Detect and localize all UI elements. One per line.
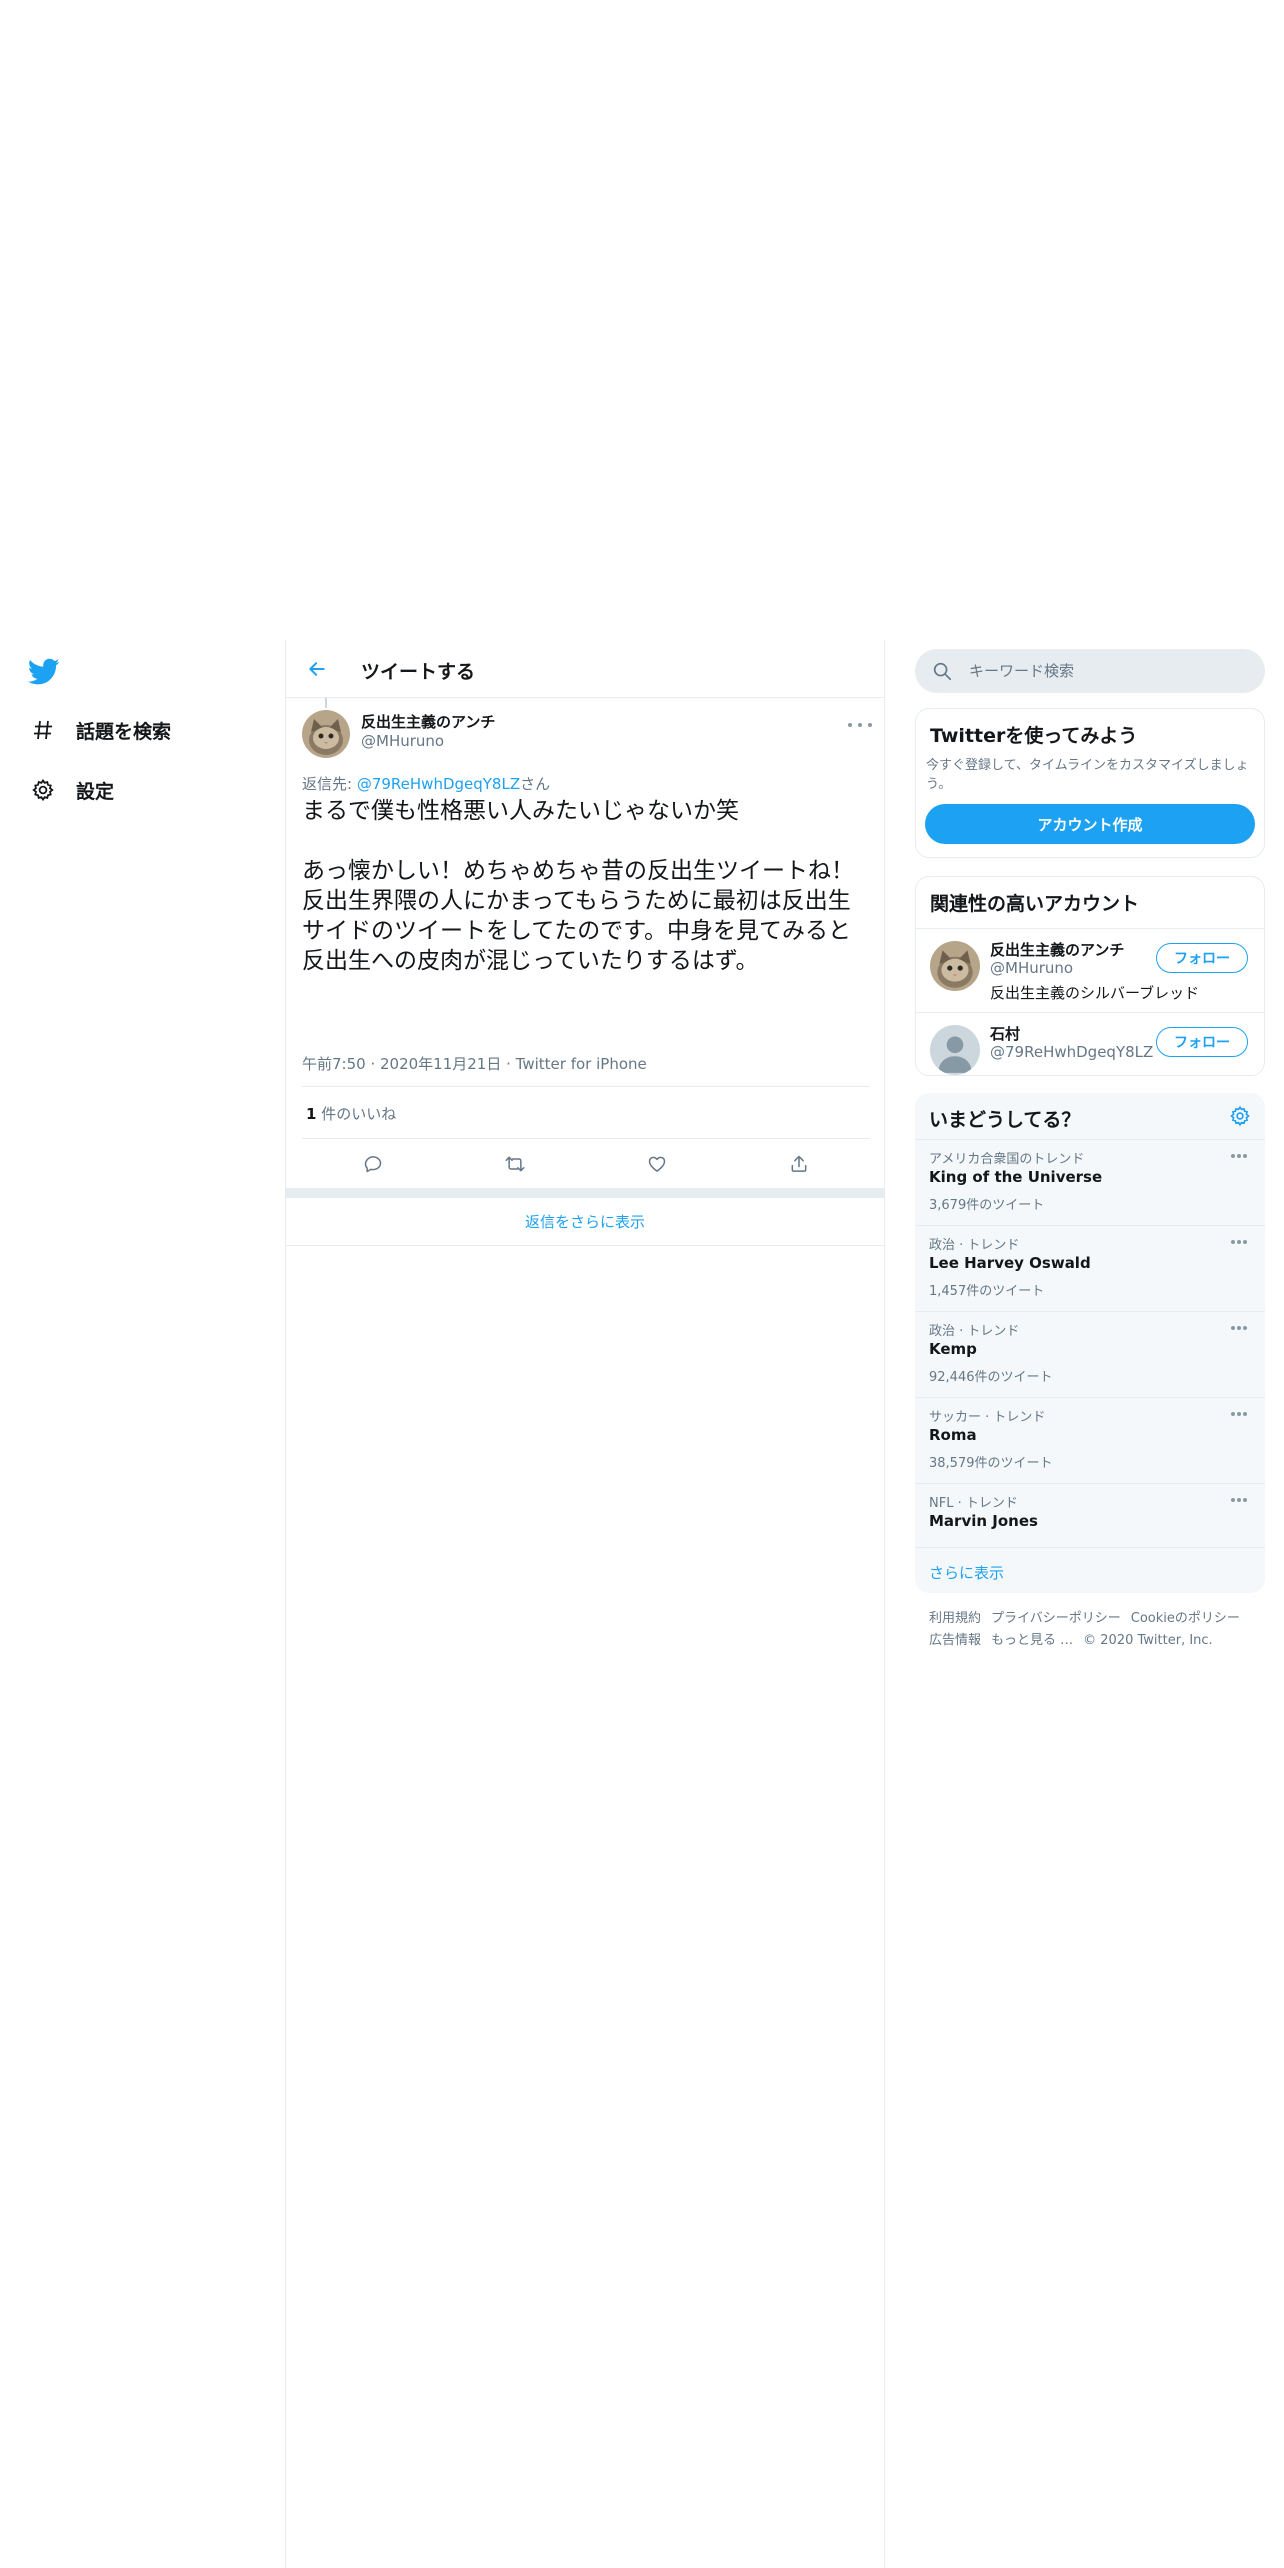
like-icon[interactable] [639,1146,675,1182]
trend-context: 政治 · トレンド [929,1238,1020,1253]
settings-gear-icon[interactable] [1229,1105,1251,1127]
related-accounts-title: 関連性の高いアカウント [930,893,1140,915]
back-arrow-icon[interactable] [302,654,332,684]
tweet-actions [302,1146,870,1182]
page-title: ツイートする [361,661,476,683]
nav-item-settings[interactable]: 設定 [28,770,114,810]
likes-number: 1 [306,1105,317,1123]
show-more-replies-button[interactable]: 返信をさらに表示 [286,1198,884,1246]
reply-icon[interactable] [355,1146,391,1182]
trends-header: いまどうしてる？ [915,1093,1265,1139]
trend-item[interactable]: NFL · トレンド Marvin Jones [915,1483,1265,1547]
nav-item-label: 話題を検索 [76,720,172,743]
twitter-bird-icon[interactable] [27,658,62,688]
tweet-timestamp[interactable]: 午前7:50 · 2020年11月21日 · Twitter for iPhon… [302,1053,647,1074]
footer-link-more[interactable]: もっと見る … [991,1633,1073,1648]
reply-to-line: 返信先: @79ReHwhDgeqY8LZさん [302,773,550,794]
account-handle: @MHuruno [990,959,1074,977]
tweet-date: 2020年11月21日 [380,1055,502,1073]
section-separator [286,1188,884,1198]
trend-context: NFL · トレンド [929,1496,1018,1511]
trend-context: 政治 · トレンド [929,1324,1020,1339]
retweet-icon[interactable] [497,1146,533,1182]
trend-name: King of the Universe [929,1168,1103,1186]
avatar[interactable] [930,941,980,991]
likes-count[interactable]: 1 件のいいね [306,1103,396,1124]
reply-prefix: 返信先: [302,775,357,793]
reply-suffix: さん [520,775,551,793]
default-avatar-icon[interactable] [930,1025,980,1075]
trend-item[interactable]: 政治 · トレンド Lee Harvey Oswald 1,457件のツイート [915,1225,1265,1311]
tweet-source[interactable]: Twitter for iPhone [516,1055,647,1073]
account-bio: 反出生主義のシルバーブレッド [990,984,1200,1002]
trend-count: 1,457件のツイート [929,1284,1045,1299]
trends-title: いまどうしてる？ [929,1109,1081,1131]
trends-card: いまどうしてる？ アメリカ合衆国のトレンド King of the Univer… [915,1093,1265,1593]
account-handle: @79ReHwhDgeqY8LZ [990,1043,1154,1061]
copyright: © 2020 Twitter, Inc. [1083,1633,1213,1648]
avatar[interactable] [302,710,350,758]
signup-card: Twitterを使ってみよう 今すぐ登録して、タイムラインをカスタマイズしましょ… [915,708,1265,858]
nav-item-explore[interactable]: 話題を検索 [28,710,171,750]
create-account-button[interactable]: アカウント作成 [925,804,1255,844]
hashtag-icon [28,715,58,745]
footer-link-terms[interactable]: 利用規約 [929,1611,981,1626]
signup-description: 今すぐ登録して、タイムラインをカスタマイズしましょう。 [926,758,1249,792]
divider [302,1086,870,1087]
account-name[interactable]: 石村 [990,1023,1020,1044]
search-input[interactable] [967,661,1247,681]
nav-item-label: 設定 [76,780,115,803]
trend-name: Lee Harvey Oswald [929,1254,1091,1272]
thread-line [325,698,327,708]
tweet-text: まるで僕も性格悪い人みたいじゃないか笑 あっ懐かしい！めちゃめちゃ昔の反出生ツイ… [302,798,854,974]
main-column: ツイートする 反出生主義のアンチ @MHuruno 返信先: @79ReHwhD… [285,640,885,2568]
trend-item[interactable]: 政治 · トレンド Kemp 92,446件のツイート [915,1311,1265,1397]
reply-to-link[interactable]: @79ReHwhDgeqY8LZ [357,775,520,793]
page-header: ツイートする [286,640,884,698]
related-accounts-card: 関連性の高いアカウント 反出生主義のアンチ @MHuruno 反出生主義のシルバ… [915,876,1265,1076]
likes-label: 件のいいね [316,1105,397,1123]
trend-context: サッカー · トレンド [929,1410,1046,1425]
search-bar[interactable] [915,649,1265,693]
account-row[interactable]: 石村 @79ReHwhDgeqY8LZ フォロー [916,1012,1264,1075]
account-row[interactable]: 反出生主義のアンチ @MHuruno 反出生主義のシルバーブレッド フォロー [916,928,1264,1012]
divider [302,1138,870,1139]
more-options-icon[interactable] [1231,1326,1247,1332]
author-handle[interactable]: @MHuruno [361,732,444,750]
trend-name: Kemp [929,1340,977,1358]
search-icon [933,662,952,681]
trend-count: 3,679件のツイート [929,1198,1045,1213]
footer-link-privacy[interactable]: プライバシーポリシー [991,1611,1121,1626]
share-icon[interactable] [781,1146,817,1182]
more-options-icon[interactable] [1231,1412,1247,1418]
trend-item[interactable]: サッカー · トレンド Roma 38,579件のツイート [915,1397,1265,1483]
follow-button[interactable]: フォロー [1156,943,1248,973]
trend-count: 92,446件のツイート [929,1370,1053,1385]
account-name[interactable]: 反出生主義のアンチ [990,939,1124,960]
trend-context: アメリカ合衆国のトレンド [929,1152,1085,1167]
footer-link-cookies[interactable]: Cookieのポリシー [1131,1611,1240,1626]
more-options-icon[interactable] [1231,1154,1247,1160]
trend-name: Roma [929,1426,977,1444]
gear-icon [28,775,58,805]
tweet-time: 午前7:50 [302,1055,366,1073]
show-more-trends-link[interactable]: さらに表示 [915,1547,1265,1593]
trend-name: Marvin Jones [929,1512,1038,1530]
signup-title: Twitterを使ってみよう [930,725,1138,747]
more-options-icon[interactable] [1231,1498,1247,1504]
footer: 利用規約 プライバシーポリシー Cookieのポリシー 広告情報 もっと見る … © 2… [929,1608,1259,1652]
trend-item[interactable]: アメリカ合衆国のトレンド King of the Universe 3,679件… [915,1139,1265,1225]
follow-button[interactable]: フォロー [1156,1027,1248,1057]
footer-link-ads[interactable]: 広告情報 [929,1633,981,1648]
author-name[interactable]: 反出生主義のアンチ [361,711,495,732]
trend-count: 38,579件のツイート [929,1456,1053,1471]
more-options-icon[interactable] [1231,1240,1247,1246]
more-options-icon[interactable] [848,718,872,732]
